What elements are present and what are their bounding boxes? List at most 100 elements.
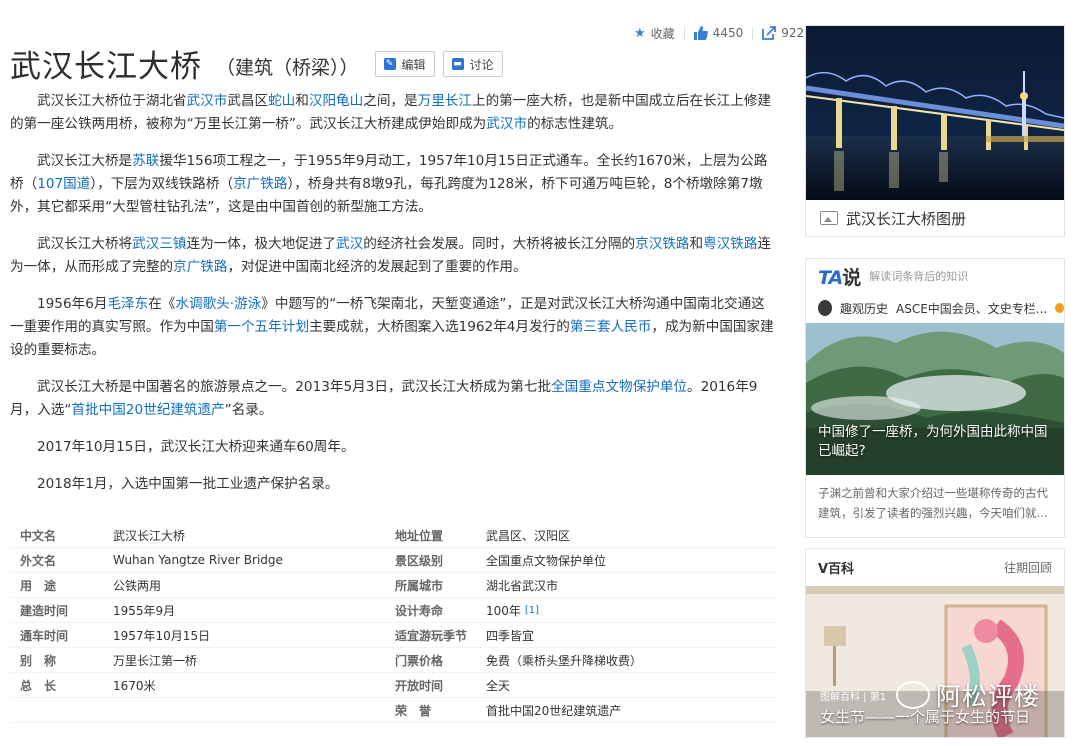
info-key: 所属城市 — [395, 578, 444, 593]
album-card[interactable]: 武汉长江大桥图册 — [805, 25, 1065, 237]
info-row: 中文名 武汉长江大桥 地址位置 武昌区、汉阳区 — [10, 523, 775, 548]
info-value[interactable]: 湖北省武汉市 — [486, 577, 775, 594]
info-key: 中文名 — [20, 528, 57, 543]
paragraph-text: 1956年6月 — [37, 296, 108, 312]
like-count: 4450 — [712, 26, 744, 40]
avatar — [818, 300, 832, 316]
inline-link[interactable]: 汉阳龟山 — [309, 93, 363, 109]
ta-shuo-headline[interactable]: 中国修了一座桥，为何外国由此称中国已崛起? — [818, 423, 1052, 461]
inline-link[interactable]: 万里长江 — [418, 93, 472, 109]
bridge-night-photo[interactable] — [806, 26, 1064, 200]
inline-link[interactable]: 京广铁路 — [233, 176, 287, 192]
paragraph-text: 主要成就，大桥图案入选1962年4月发行的 — [309, 319, 570, 335]
share-count: 922 — [781, 26, 805, 40]
inline-link[interactable]: 武汉市 — [486, 116, 527, 132]
paragraph-text: 和 — [295, 93, 309, 109]
inline-link[interactable]: 全国重点文物保护单位 — [551, 379, 687, 395]
info-value[interactable]: 全国重点文物保护单位 — [486, 552, 775, 569]
info-key: 别 称 — [20, 653, 57, 668]
page-subtitle: （建筑（桥梁）） — [216, 56, 359, 79]
collect-label: 收藏 — [650, 26, 675, 41]
ta-shuo-article-image[interactable]: 中国修了一座桥，为何外国由此称中国已崛起? — [806, 323, 1064, 475]
edit-button[interactable]: ✎ 编辑 — [374, 51, 435, 77]
info-value: 四季皆宜 — [486, 628, 535, 643]
paragraph-text: 之间，是 — [363, 93, 418, 109]
inline-link[interactable]: 苏联 — [132, 153, 159, 169]
v-baike-title: V百科 — [818, 562, 855, 577]
article-paragraph: 武汉长江大桥将武汉三镇连为一体，极大地促进了武汉的经济社会发展。同时，大桥将被长… — [10, 233, 774, 279]
paragraph-text: 武汉长江大桥将 — [37, 236, 133, 252]
entry-actions: ★ 收藏 4450 922 — [634, 24, 804, 42]
info-key: 总 长 — [20, 678, 57, 693]
paragraph-text: ），下层为双线铁路桥（ — [90, 176, 234, 192]
ta-shuo-slogan: 解读词条背后的知识 — [869, 270, 969, 283]
paragraph-text: ，对促进中国南北经济的发展起到了重要的作用。 — [227, 259, 527, 275]
info-row: 荣 誉 首批中国20世纪建筑遗产 — [10, 698, 775, 723]
article-paragraph: 武汉长江大桥是中国著名的旅游景点之一。2013年5月3日，武汉长江大桥成为第七批… — [10, 376, 774, 422]
article-paragraph: 武汉长江大桥是苏联援华156项工程之一，于1955年9月动工，1957年10月1… — [10, 150, 774, 219]
inline-link[interactable]: 蛇山 — [268, 93, 295, 109]
article-paragraph: 武汉长江大桥位于湖北省武汉市武昌区蛇山和汉阳龟山之间，是万里长江上的第一座大桥，… — [10, 90, 774, 136]
inline-link[interactable]: 武汉市 — [187, 93, 228, 109]
info-value: 100年 — [486, 603, 521, 618]
info-row: 建造时间 1955年9月 设计寿命 100年 [1] — [10, 598, 775, 623]
divider — [683, 26, 685, 40]
discuss-button[interactable]: ▬ 讨论 — [442, 51, 503, 77]
info-row: 外文名 Wuhan Yangtze River Bridge 景区级别 全国重点文物保… — [10, 548, 775, 573]
paragraph-text: ”名录。 — [224, 402, 273, 418]
picture-icon — [820, 211, 838, 225]
info-value[interactable]: 首批中国20世纪建筑遗产 — [486, 702, 775, 719]
basic-info-table: 中文名 武汉长江大桥 地址位置 武昌区、汉阳区外文名 Wuhan Yangtze Riv… — [10, 523, 775, 723]
inline-link[interactable]: 粤汉铁路 — [703, 236, 757, 252]
info-row: 总 长 1670米 开放时间 全天 — [10, 673, 775, 698]
info-key: 外文名 — [20, 553, 57, 568]
discuss-label: 讨论 — [469, 57, 494, 72]
share-button[interactable]: 922 — [762, 26, 804, 40]
inline-link[interactable]: 水调歌头·游泳 — [175, 296, 261, 312]
paragraph-text: 武昌区 — [227, 93, 269, 109]
paragraph-text: 武汉长江大桥位于湖北省 — [37, 93, 187, 109]
article-paragraph: 1956年6月毛泽东在《水调歌头·游泳》中题写的“一桥飞架南北，天堑变通途”，正… — [10, 293, 774, 362]
pencil-icon: ✎ — [383, 58, 396, 70]
edit-label: 编辑 — [401, 57, 426, 72]
info-key: 门票价格 — [395, 653, 444, 668]
inline-link[interactable]: 首批中国20世纪建筑遗产 — [71, 402, 224, 418]
like-button[interactable]: 4450 — [693, 26, 744, 40]
bridge-photo-graphic — [806, 26, 1064, 200]
reference-link[interactable]: [1] — [525, 605, 539, 616]
inline-link[interactable]: 武汉三镇 — [132, 236, 186, 252]
paragraph-text: 的经济社会发展。同时，大桥将被长江分隔的 — [363, 236, 636, 252]
info-key: 设计寿命 — [395, 603, 444, 618]
page-title-row: 武汉长江大桥 （建筑（桥梁）） ✎ 编辑 ▬ 讨论 — [10, 42, 503, 85]
info-key: 景区级别 — [395, 553, 444, 568]
page-title: 武汉长江大桥 — [10, 48, 202, 85]
article-paragraph: 2017年10月15日，武汉长江大桥迎来通车60周年。 — [10, 436, 774, 459]
past-issues-link[interactable]: 往期回顾 — [1004, 559, 1052, 576]
ta-shuo-card: TA说 解读词条背后的知识 趣观历史 ASCE中国会员、文史专栏... 中国修了… — [805, 258, 1065, 538]
paragraph-text: 的标志性建筑。 — [527, 116, 623, 132]
wechat-icon — [896, 681, 930, 709]
collect-button[interactable]: ★ 收藏 — [634, 25, 675, 42]
inline-link[interactable]: 武汉 — [336, 236, 363, 252]
v-baike-image[interactable]: 图解百科 | 第1 女生节——一个属于女生的节日 — [806, 586, 1064, 737]
thumbs-up-icon — [693, 26, 708, 40]
info-value: 1957年10月15日 — [113, 628, 211, 643]
info-value: 万里长江第一桥 — [113, 653, 198, 668]
inline-link[interactable]: 107国道 — [37, 176, 90, 192]
v-baike-tag: 图解百科 | 第1 — [820, 692, 887, 703]
inline-link[interactable]: 京汉铁路 — [635, 236, 689, 252]
inline-link[interactable]: 第三套人民币 — [570, 319, 652, 335]
paragraph-text: 在《 — [148, 296, 176, 312]
info-value: 1670米 — [113, 678, 156, 693]
inline-link[interactable]: 毛泽东 — [107, 296, 148, 312]
album-caption[interactable]: 武汉长江大桥图册 — [806, 200, 1064, 236]
inline-link[interactable]: 京广铁路 — [173, 259, 227, 275]
inline-link[interactable]: 第一个五年计划 — [214, 319, 309, 335]
paragraph-text: 武汉长江大桥是中国著名的旅游景点之一。2013年5月3日，武汉长江大桥成为第七批 — [37, 379, 552, 395]
info-value: 1955年9月 — [113, 603, 176, 618]
paragraph-text: 连为一体，极大地促进了 — [186, 236, 337, 252]
comment-icon: ▬ — [451, 58, 464, 70]
ta-shuo-author[interactable]: 趣观历史 ASCE中国会员、文史专栏... — [806, 293, 1064, 323]
verified-badge-icon — [1055, 303, 1064, 313]
info-value: Wuhan Yangtze River Bridge — [113, 553, 283, 567]
